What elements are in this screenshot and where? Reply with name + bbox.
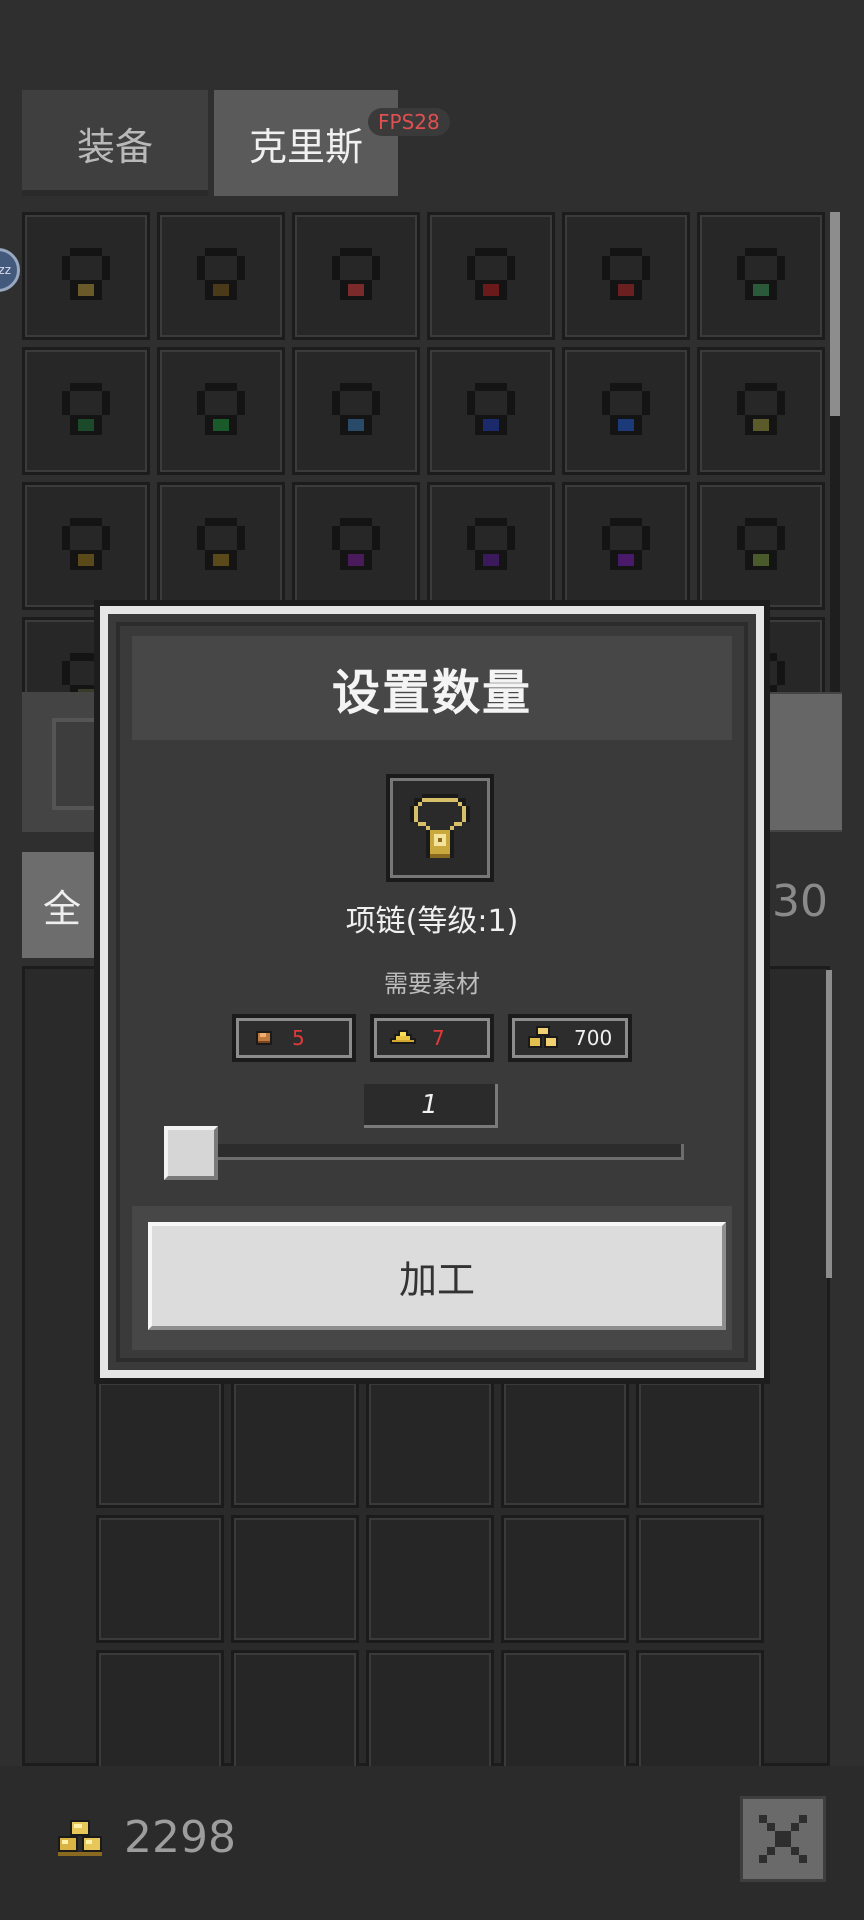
inventory-slot[interactable] — [157, 482, 285, 610]
empty-slot[interactable] — [96, 1650, 224, 1766]
inventory-slot[interactable] — [697, 482, 825, 610]
inventory-slot[interactable] — [427, 347, 555, 475]
jewelry-icon — [602, 518, 650, 570]
item-name: 项链(等级:1) — [345, 904, 519, 939]
tab-chris-label: 克里斯 — [248, 124, 363, 169]
inventory-slot[interactable] — [157, 347, 285, 475]
material-copper-ore: 5 — [232, 1014, 356, 1062]
middle-right-button[interactable] — [766, 694, 842, 830]
jewelry-icon — [197, 518, 245, 570]
empty-slot[interactable] — [366, 1515, 494, 1643]
jewelry-icon — [737, 383, 785, 435]
material-gold-coins: 700 — [508, 1014, 632, 1062]
empty-slot[interactable] — [636, 1515, 764, 1643]
fps-counter: FPS28 — [368, 108, 450, 136]
quantity-slider-handle[interactable] — [164, 1126, 218, 1180]
tab-equipment-label: 装备 — [76, 124, 153, 169]
inventory-slot[interactable] — [697, 212, 825, 340]
jewelry-icon — [62, 383, 110, 435]
dialog-title: 设置数量 — [132, 636, 732, 740]
gold-count: 2298 — [124, 1812, 236, 1863]
inventory-slot[interactable] — [292, 347, 420, 475]
jewelry-icon — [467, 383, 515, 435]
jewelry-icon — [467, 248, 515, 300]
inventory-slot[interactable] — [292, 482, 420, 610]
material-gold-ore: 7 — [370, 1014, 494, 1062]
empty-slot[interactable] — [501, 1650, 629, 1766]
jewelry-icon — [602, 248, 650, 300]
jewelry-icon — [467, 518, 515, 570]
side-badge[interactable]: zz — [0, 248, 20, 292]
empty-slot[interactable] — [501, 1380, 629, 1508]
inventory-slot[interactable] — [562, 482, 690, 610]
inventory-slot[interactable] — [22, 212, 150, 340]
inventory-slot[interactable] — [697, 347, 825, 475]
empty-slot[interactable] — [636, 1650, 764, 1766]
filter-right-text: 30 — [772, 876, 828, 927]
empty-slot[interactable] — [96, 1380, 224, 1508]
jewelry-icon — [737, 518, 785, 570]
inventory-slot[interactable] — [157, 212, 285, 340]
copper-ore-icon — [256, 1031, 272, 1045]
set-quantity-dialog: 设置数量 项链(等级:1) 需要素材 5 7 700 1 加工 — [100, 606, 764, 1378]
inventory-slot[interactable] — [22, 347, 150, 475]
jewelry-icon — [197, 248, 245, 300]
empty-slot[interactable] — [366, 1650, 494, 1766]
gold-coins-small-icon — [528, 1026, 558, 1048]
empty-slot[interactable] — [231, 1650, 359, 1766]
empty-slot[interactable] — [231, 1515, 359, 1643]
jewelry-icon — [602, 383, 650, 435]
item-slot — [386, 774, 494, 882]
close-button[interactable] — [740, 1796, 826, 1882]
quantity-slider-track[interactable] — [210, 1144, 684, 1160]
tab-chris[interactable]: 克里斯 — [214, 90, 398, 196]
gold-coins-icon — [56, 1818, 108, 1866]
necklace-icon — [410, 794, 470, 858]
tab-equipment[interactable]: 装备 — [22, 90, 208, 196]
lower-scrollbar[interactable] — [826, 970, 832, 1278]
jewelry-icon — [332, 518, 380, 570]
inventory-slot[interactable] — [562, 347, 690, 475]
jewelry-icon — [737, 248, 785, 300]
close-icon — [759, 1815, 807, 1863]
empty-slot[interactable] — [96, 1515, 224, 1643]
filter-all-label: 全 — [42, 886, 81, 931]
jewelry-icon — [62, 248, 110, 300]
empty-slot[interactable] — [231, 1380, 359, 1508]
process-button-label: 加工 — [398, 1257, 475, 1302]
inventory-slot[interactable] — [292, 212, 420, 340]
jewelry-icon — [332, 248, 380, 300]
required-materials-label: 需要素材 — [384, 970, 480, 998]
material-copper-count: 5 — [292, 1026, 305, 1050]
inventory-grid-bottom — [96, 1380, 768, 1766]
material-gold-count: 7 — [432, 1026, 445, 1050]
inventory-slot[interactable] — [427, 482, 555, 610]
inventory-slot[interactable] — [22, 482, 150, 610]
quantity-display: 1 — [364, 1084, 498, 1128]
jewelry-icon — [197, 383, 245, 435]
empty-slot[interactable] — [501, 1515, 629, 1643]
empty-slot[interactable] — [636, 1380, 764, 1508]
inventory-slot[interactable] — [562, 212, 690, 340]
process-button[interactable]: 加工 — [148, 1222, 726, 1330]
jewelry-icon — [62, 518, 110, 570]
empty-slot[interactable] — [366, 1380, 494, 1508]
inventory-slot[interactable] — [427, 212, 555, 340]
material-coin-count: 700 — [574, 1026, 613, 1050]
inventory-scrollbar-thumb[interactable] — [830, 212, 840, 416]
gold-ore-icon — [390, 1030, 416, 1044]
filter-all-button[interactable]: 全 — [22, 852, 102, 958]
jewelry-icon — [332, 383, 380, 435]
